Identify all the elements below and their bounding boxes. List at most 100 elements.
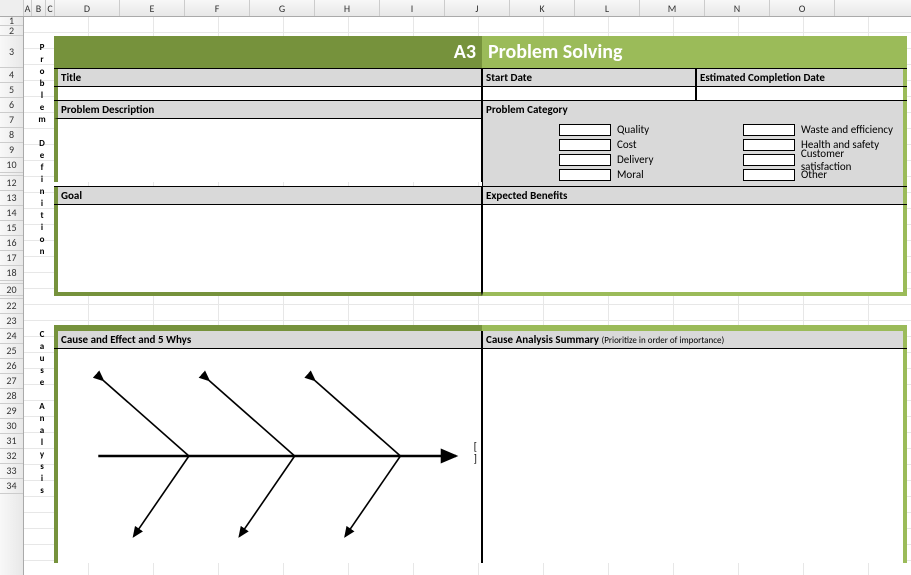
row-header[interactable]: 31 xyxy=(0,434,23,449)
header-cause-summary: Cause Analysis Summary (Prioritize in or… xyxy=(482,331,907,348)
category-label: Delivery xyxy=(617,153,654,166)
panel-problem-definition: A3 Problem Solving Title Start Date Esti… xyxy=(54,36,907,296)
category-item: Delivery xyxy=(559,152,713,167)
category-label: Cost xyxy=(617,138,637,151)
row-header[interactable]: 29 xyxy=(0,404,23,419)
cause-summary-note: (Prioritize in order of importance) xyxy=(601,335,724,346)
category-checkbox[interactable] xyxy=(743,139,795,151)
column-header[interactable]: G xyxy=(250,0,315,16)
column-header[interactable]: H xyxy=(315,0,380,16)
row-header[interactable]: 3 xyxy=(0,36,23,68)
sidebar-label-cause-analysis: Cause Analysis xyxy=(36,329,48,497)
title-banner: A3 Problem Solving xyxy=(54,36,907,68)
fishbone-diagram-icon xyxy=(58,349,481,563)
row-header[interactable]: 10 xyxy=(0,158,23,173)
category-item: Waste and efficiency xyxy=(743,122,897,137)
row-headers: 1234567891012131415161718202223242526272… xyxy=(0,17,24,575)
column-header[interactable]: J xyxy=(445,0,510,16)
spreadsheet-grid[interactable]: Problem Definition Cause Analysis A3 Pro… xyxy=(24,17,911,575)
row-header[interactable]: 8 xyxy=(0,128,23,143)
row-header[interactable]: 23 xyxy=(0,314,23,329)
category-item: Moral xyxy=(559,167,713,182)
row-header[interactable]: 26 xyxy=(0,359,23,374)
category-label: Waste and efficiency xyxy=(801,123,893,136)
column-header[interactable]: L xyxy=(575,0,640,16)
select-all-corner[interactable] xyxy=(0,0,24,16)
header-title: Title xyxy=(54,69,482,86)
row-header[interactable]: 5 xyxy=(0,83,23,98)
category-checkbox[interactable] xyxy=(743,169,795,181)
input-est-completion[interactable] xyxy=(696,87,907,100)
column-header[interactable]: B xyxy=(32,0,46,16)
banner-right: Problem Solving xyxy=(482,36,907,68)
column-headers: ABCDEFGHIJKLMNO xyxy=(0,0,911,17)
input-cause-summary[interactable] xyxy=(482,349,907,563)
input-start-date[interactable] xyxy=(482,87,696,100)
category-item: Quality xyxy=(559,122,713,137)
column-header[interactable]: O xyxy=(770,0,835,16)
row-header[interactable]: 9 xyxy=(0,143,23,158)
category-label: Quality xyxy=(617,123,649,136)
fishbone-area[interactable]: [ ] xyxy=(54,349,482,563)
bracket-close: ] xyxy=(474,453,477,464)
category-checkbox[interactable] xyxy=(743,124,795,136)
header-problem-category: Problem Category xyxy=(482,101,907,118)
category-label: Other xyxy=(801,168,827,181)
input-expected-benefits[interactable] xyxy=(482,205,907,296)
row-header[interactable]: 18 xyxy=(0,266,23,281)
header-est-completion: Estimated Completion Date xyxy=(696,69,907,86)
input-problem-description[interactable] xyxy=(54,118,482,182)
row-header[interactable]: 14 xyxy=(0,206,23,221)
column-header[interactable]: M xyxy=(640,0,705,16)
row-header[interactable]: 20 xyxy=(0,284,23,296)
row-header[interactable]: 4 xyxy=(0,68,23,83)
row-header[interactable]: 33 xyxy=(0,464,23,479)
row-header[interactable]: 16 xyxy=(0,236,23,251)
header-expected-benefits: Expected Benefits xyxy=(482,187,907,204)
columns: ABCDEFGHIJKLMNO xyxy=(24,0,835,16)
category-item: Cost xyxy=(559,137,713,152)
row-header[interactable]: 15 xyxy=(0,221,23,236)
header-start-date: Start Date xyxy=(482,69,696,86)
row-header[interactable]: 2 xyxy=(0,26,23,36)
input-goal[interactable] xyxy=(54,205,482,296)
row-header[interactable]: 6 xyxy=(0,98,23,113)
column-header[interactable]: D xyxy=(55,0,120,16)
category-checkbox[interactable] xyxy=(743,154,795,166)
row-header[interactable]: 7 xyxy=(0,113,23,128)
row-header[interactable]: 24 xyxy=(0,329,23,344)
row-header[interactable]: 27 xyxy=(0,374,23,389)
banner-left: A3 xyxy=(54,36,482,68)
row-header[interactable]: 17 xyxy=(0,251,23,266)
header-problem-description: Problem Description xyxy=(54,101,482,118)
column-header[interactable]: E xyxy=(120,0,185,16)
category-checkbox[interactable] xyxy=(559,139,611,151)
row-header[interactable]: 12 xyxy=(0,176,23,191)
bracket-open: [ xyxy=(474,441,477,452)
row-header[interactable]: 13 xyxy=(0,191,23,206)
category-label: Moral xyxy=(617,168,644,181)
column-header[interactable]: F xyxy=(185,0,250,16)
category-checkbox[interactable] xyxy=(559,124,611,136)
header-cause-effect: Cause and Effect and 5 Whys xyxy=(54,331,482,348)
column-header[interactable]: N xyxy=(705,0,770,16)
panel-cause-analysis: Cause and Effect and 5 Whys Cause Analys… xyxy=(54,325,907,563)
column-header[interactable]: C xyxy=(46,0,55,16)
cause-summary-label: Cause Analysis Summary xyxy=(486,333,599,346)
problem-category-area: Quality Cost Delivery Moral Waste and effic… xyxy=(483,118,903,186)
row-header[interactable]: 34 xyxy=(0,479,23,494)
row-header[interactable]: 32 xyxy=(0,449,23,464)
sidebar-label-problem-definition: Problem Definition xyxy=(36,42,48,258)
category-checkbox[interactable] xyxy=(559,169,611,181)
row-header[interactable]: 25 xyxy=(0,344,23,359)
row-header[interactable]: 30 xyxy=(0,419,23,434)
row-header[interactable]: 28 xyxy=(0,389,23,404)
header-goal: Goal xyxy=(54,187,482,204)
category-item: Customer satisfaction xyxy=(743,152,897,167)
column-header[interactable]: K xyxy=(510,0,575,16)
category-checkbox[interactable] xyxy=(559,154,611,166)
input-title[interactable] xyxy=(54,87,482,100)
column-header[interactable]: I xyxy=(380,0,445,16)
column-header[interactable]: A xyxy=(24,0,32,16)
row-header[interactable]: 22 xyxy=(0,299,23,314)
